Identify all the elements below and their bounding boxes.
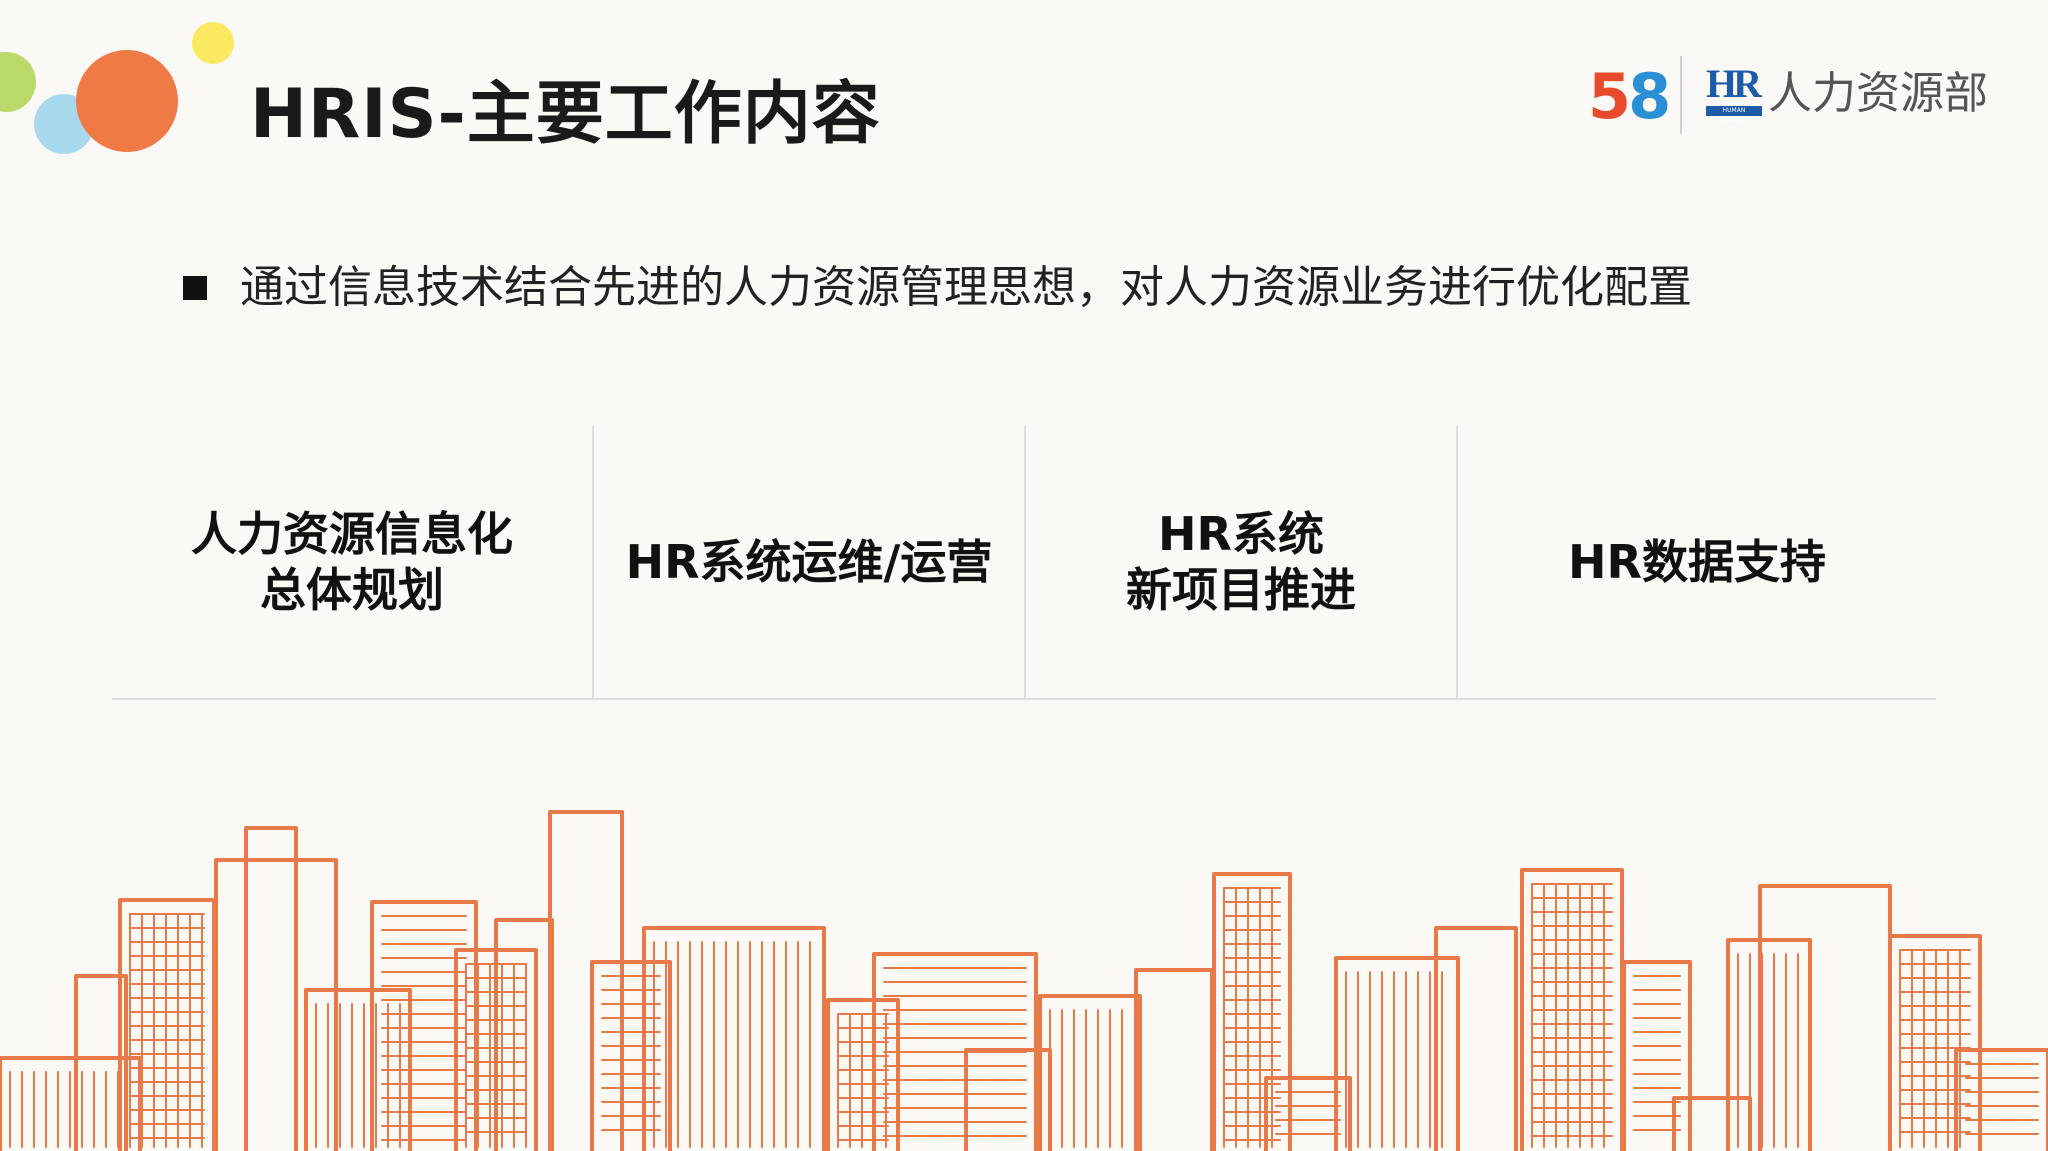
- skyline-building: [548, 810, 624, 1151]
- logo-divider: [1680, 56, 1682, 134]
- work-item-line: 总体规划: [260, 563, 444, 617]
- work-item-line: 人力资源信息化: [191, 507, 513, 561]
- deco-circle-orange: [76, 50, 178, 152]
- intro-text: 通过信息技术结合先进的人力资源管理思想，对人力资源业务进行优化配置: [240, 262, 1692, 313]
- skyline-building: [244, 826, 298, 1151]
- work-items-table: 人力资源信息化 总体规划 HR系统运维/运营 HR系统 新项目推进 HR数据支持: [112, 426, 1936, 700]
- work-item-line: HR系统: [1158, 507, 1324, 561]
- page-title: HRIS-主要工作内容: [250, 75, 881, 154]
- hr-logo-icon: HR HUMAN RESOURCE: [1706, 61, 1762, 124]
- skyline-building: [1758, 884, 1892, 1151]
- hr-logo-caption: HUMAN RESOURCE: [1706, 106, 1762, 124]
- city-skyline-illustration: [0, 810, 2048, 1151]
- logo-58-digit-5: 5: [1588, 60, 1631, 133]
- logo-58-digit-8: 8: [1628, 60, 1671, 133]
- work-item-planning: 人力资源信息化 总体规划: [112, 426, 592, 698]
- skyline-building: [1954, 1048, 2048, 1151]
- work-item-data-support: HR数据支持: [1458, 426, 1936, 698]
- skyline-building: [214, 858, 338, 1151]
- work-item-line: HR系统运维/运营: [625, 535, 993, 589]
- skyline-building: [1434, 926, 1518, 1151]
- skyline-building: [1134, 968, 1214, 1151]
- deco-circle-green: [0, 52, 36, 112]
- work-item-operations: HR系统运维/运营: [594, 426, 1024, 698]
- work-item-line: 新项目推进: [1126, 563, 1356, 617]
- skyline-building: [1038, 994, 1142, 1151]
- skyline-buildings: [0, 810, 2048, 1151]
- hr-logo-letters: HR: [1706, 61, 1762, 106]
- skyline-building: [494, 918, 554, 1151]
- skyline-building: [1334, 956, 1460, 1151]
- deco-circle-yellow: [192, 22, 234, 64]
- logo-58: 58: [1588, 60, 1671, 133]
- department-name: 人力资源部: [1768, 68, 1988, 119]
- work-item-line: HR数据支持: [1568, 535, 1826, 589]
- bullet-square-icon: [183, 276, 207, 300]
- work-item-new-projects: HR系统 新项目推进: [1026, 426, 1456, 698]
